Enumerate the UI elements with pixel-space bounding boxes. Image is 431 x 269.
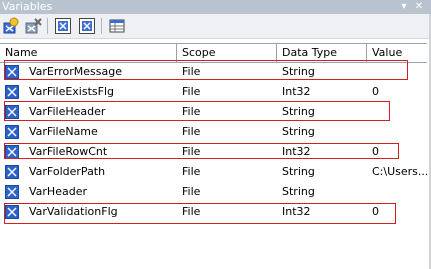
choose-columns-icon[interactable] — [108, 17, 126, 35]
variable-data-type[interactable]: String — [277, 122, 367, 142]
variable-icon — [5, 85, 19, 99]
variable-icon — [5, 125, 19, 139]
variable-icon — [5, 185, 19, 199]
table-row[interactable]: VarHeader File String — [0, 182, 427, 202]
table-row[interactable]: VarFileExistsFlg File Int32 0 — [0, 82, 427, 102]
variable-data-type[interactable]: Int32 — [277, 82, 367, 102]
variable-name[interactable]: VarFileExistsFlg — [24, 82, 177, 102]
variable-name[interactable]: VarFileName — [24, 122, 177, 142]
variable-data-type[interactable]: String — [277, 182, 367, 202]
show-system-variables-icon[interactable] — [54, 17, 72, 35]
variables-toolbar — [0, 14, 431, 39]
show-all-variables-icon[interactable] — [78, 17, 96, 35]
variable-value[interactable] — [367, 182, 427, 202]
variable-data-type[interactable]: String — [277, 162, 367, 182]
window-menu-dropdown-icon[interactable]: ▾ — [398, 1, 410, 13]
toolbar-separator — [101, 18, 102, 34]
table-row[interactable]: VarFileName File String — [0, 122, 427, 142]
variable-scope[interactable]: File — [177, 122, 277, 142]
close-icon[interactable]: ✕ — [413, 1, 425, 13]
table-row[interactable]: VarFolderPath File String C:\Users... — [0, 162, 427, 182]
highlight-box — [4, 203, 396, 224]
add-variable-icon[interactable] — [2, 17, 20, 35]
delete-variable-icon[interactable] — [24, 17, 42, 35]
highlight-box — [4, 60, 408, 80]
variable-scope[interactable]: File — [177, 82, 277, 102]
variable-name[interactable]: VarFolderPath — [24, 162, 177, 182]
variable-value[interactable]: C:\Users... — [367, 162, 427, 182]
variable-scope[interactable]: File — [177, 162, 277, 182]
highlight-box — [4, 143, 399, 159]
variable-value[interactable]: 0 — [367, 82, 427, 102]
variable-name[interactable]: VarHeader — [24, 182, 177, 202]
toolbar-separator — [47, 18, 48, 34]
variable-scope[interactable]: File — [177, 182, 277, 202]
variable-icon — [5, 165, 19, 179]
variables-title-bar: Variables ▾ ✕ — [0, 0, 431, 14]
variable-value[interactable] — [367, 122, 427, 142]
window-title: Variables — [2, 0, 53, 13]
variables-grid: Name Scope Data Type Value VarErrorMessa… — [0, 40, 431, 269]
highlight-box — [4, 101, 390, 121]
